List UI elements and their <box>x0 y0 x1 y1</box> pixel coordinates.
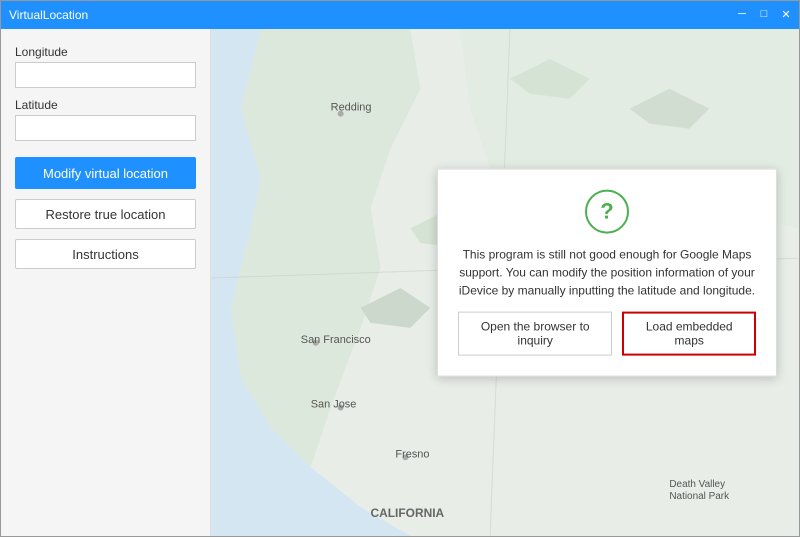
restore-true-location-button[interactable]: Restore true location <box>15 199 196 229</box>
longitude-input[interactable] <box>15 62 196 88</box>
svg-text:Redding: Redding <box>331 102 372 114</box>
longitude-field-group: Longitude <box>15 45 196 88</box>
minimize-button[interactable]: ─ <box>733 5 751 23</box>
window-controls: ─ □ ✕ <box>733 5 795 23</box>
svg-text:Death Valley: Death Valley <box>669 479 725 490</box>
open-browser-inquiry-button[interactable]: Open the browser to inquiry <box>458 311 612 355</box>
modify-virtual-location-button[interactable]: Modify virtual location <box>15 157 196 189</box>
latitude-label: Latitude <box>15 98 196 112</box>
sidebar: Longitude Latitude Modify virtual locati… <box>1 29 211 536</box>
map-area: Redding Reno NEVADA San Francisco San Jo… <box>211 29 799 536</box>
svg-text:San Jose: San Jose <box>311 399 357 411</box>
latitude-input[interactable] <box>15 115 196 141</box>
longitude-label: Longitude <box>15 45 196 59</box>
maximize-button[interactable]: □ <box>755 5 773 23</box>
instructions-button[interactable]: Instructions <box>15 239 196 269</box>
svg-text:Fresno: Fresno <box>395 448 429 460</box>
svg-text:San Francisco: San Francisco <box>301 334 371 346</box>
main-window: VirtualLocation ─ □ ✕ Longitude Latitude… <box>0 0 800 537</box>
svg-text:National Park: National Park <box>669 491 729 502</box>
svg-text:CALIFORNIA: CALIFORNIA <box>371 506 445 520</box>
window-title: VirtualLocation <box>9 8 88 22</box>
content-area: Longitude Latitude Modify virtual locati… <box>1 29 799 536</box>
question-icon: ? <box>585 189 629 233</box>
close-button[interactable]: ✕ <box>777 5 795 23</box>
popup-message: This program is still not good enough fo… <box>458 245 756 299</box>
popup-dialog: ? This program is still not good enough … <box>437 168 777 376</box>
popup-buttons: Open the browser to inquiry Load embedde… <box>458 311 756 355</box>
title-bar: VirtualLocation ─ □ ✕ <box>1 1 799 29</box>
latitude-field-group: Latitude <box>15 98 196 141</box>
load-embedded-maps-button[interactable]: Load embedded maps <box>622 311 756 355</box>
